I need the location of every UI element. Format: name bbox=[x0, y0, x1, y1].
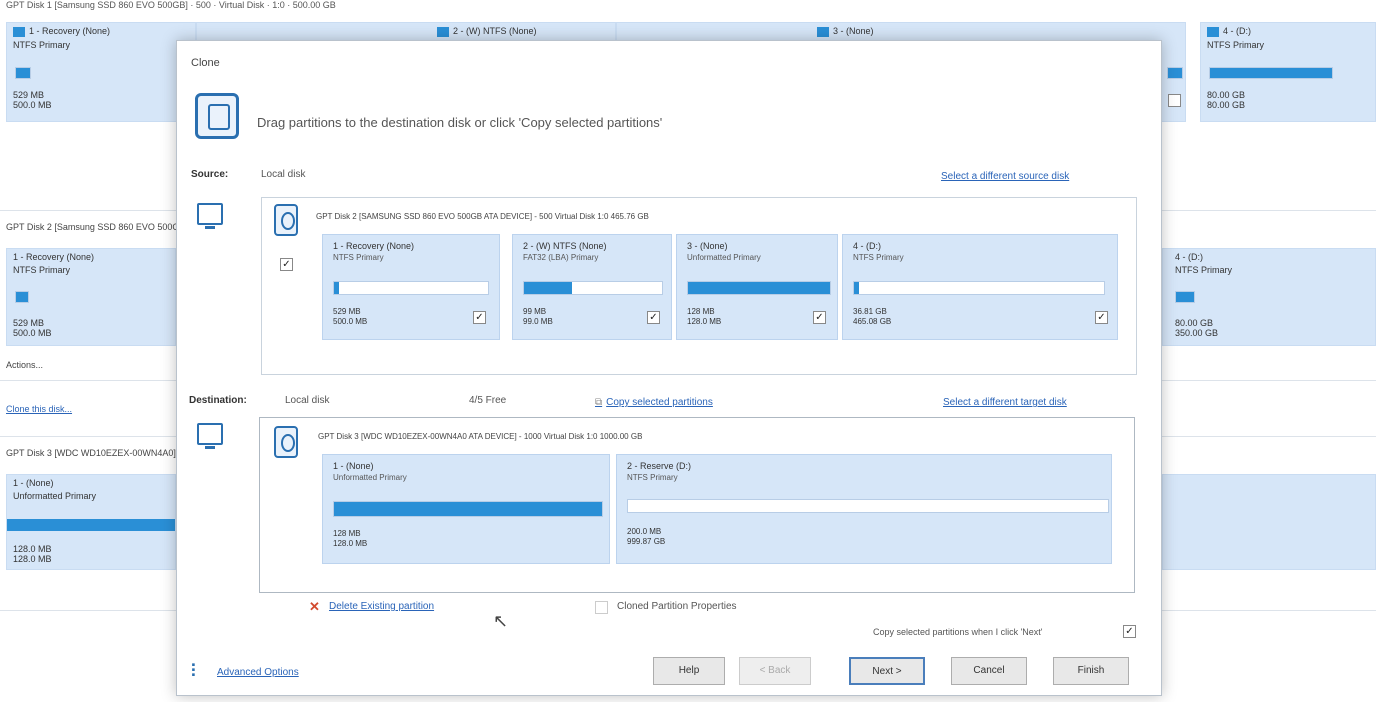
next-button[interactable]: Next > bbox=[849, 657, 925, 685]
actions-menu[interactable]: Actions... bbox=[6, 360, 43, 370]
partition-icon bbox=[817, 26, 829, 37]
bg-partition[interactable]: 1 - (None) Unformatted Primary 128.0 MB … bbox=[6, 474, 176, 570]
computer-icon bbox=[197, 423, 223, 449]
mouse-cursor-icon: ↖ bbox=[493, 611, 509, 631]
source-partition[interactable]: 1 - Recovery (None) NTFS Primary 529 MB … bbox=[322, 234, 500, 340]
partition-checkbox[interactable]: ✓ bbox=[813, 311, 826, 324]
clone-disk-link[interactable]: Clone this disk... bbox=[6, 404, 72, 414]
destination-partition[interactable]: 2 - Reserve (D:) NTFS Primary 200.0 MB 9… bbox=[616, 454, 1112, 564]
bg-partition[interactable]: 1 - Recovery (None) NTFS Primary 529 MB … bbox=[6, 248, 176, 346]
cloned-props-label: Cloned Partition Properties bbox=[617, 601, 737, 612]
clone-icon bbox=[195, 93, 239, 139]
source-disk-info: GPT Disk 2 [SAMSUNG SSD 860 EVO 500GB AT… bbox=[316, 212, 649, 221]
partition-checkbox[interactable]: ✓ bbox=[473, 311, 486, 324]
copy-selected-partitions-link[interactable]: ⧉ Copy selected partitions bbox=[595, 397, 713, 408]
disk-icon bbox=[274, 426, 298, 458]
bg-partition[interactable]: 4 - (D:) NTFS Primary 80.00 GB 350.00 GB bbox=[1162, 248, 1376, 346]
disk2-label: GPT Disk 2 [Samsung SSD 860 EVO 500GB] bbox=[6, 222, 176, 232]
destination-value: Local disk bbox=[285, 395, 330, 406]
delete-x-icon: ✕ bbox=[309, 599, 320, 614]
source-disk-panel: ✓ GPT Disk 2 [SAMSUNG SSD 860 EVO 500GB … bbox=[261, 197, 1137, 375]
copy-icon: ⧉ bbox=[595, 397, 603, 408]
finish-button[interactable]: Finish bbox=[1053, 657, 1129, 685]
select-source-disk-link[interactable]: Select a different source disk bbox=[941, 171, 1069, 182]
advanced-options-link[interactable]: Advanced Options bbox=[217, 667, 299, 678]
copy-when-next-label: Copy selected partitions when I click 'N… bbox=[873, 627, 1043, 637]
advanced-options-icon: ⫶ bbox=[191, 661, 196, 681]
source-partition[interactable]: 2 - (W) NTFS (None) FAT32 (LBA) Primary … bbox=[512, 234, 672, 340]
destination-label: Destination: bbox=[189, 395, 247, 406]
cancel-button[interactable]: Cancel bbox=[951, 657, 1027, 685]
partition-icon bbox=[13, 26, 25, 37]
bg-checkbox[interactable] bbox=[1168, 94, 1181, 107]
bg-partition[interactable]: 1 - Recovery (None) NTFS Primary 529 MB … bbox=[6, 22, 196, 122]
source-disk-checkbox[interactable]: ✓ bbox=[280, 258, 293, 271]
source-partition[interactable]: 4 - (D:) NTFS Primary 36.81 GB 465.08 GB… bbox=[842, 234, 1118, 340]
back-button[interactable]: < Back bbox=[739, 657, 811, 685]
select-target-disk-link[interactable]: Select a different target disk bbox=[943, 397, 1067, 408]
disk-title-text: GPT Disk 1 [Samsung SSD 860 EVO 500GB] ·… bbox=[6, 0, 336, 10]
disk3-label: GPT Disk 3 [WDC WD10EZEX-00WN4A0] bbox=[6, 448, 176, 458]
partition-icon bbox=[1207, 26, 1219, 37]
destination-disk-panel: GPT Disk 3 [WDC WD10EZEX-00WN4A0 ATA DEV… bbox=[259, 417, 1135, 593]
destination-disk-info: GPT Disk 3 [WDC WD10EZEX-00WN4A0 ATA DEV… bbox=[318, 432, 643, 441]
dialog-header-text: Drag partitions to the destination disk … bbox=[257, 115, 663, 130]
bg-partition[interactable]: 4 - (D:) NTFS Primary 80.00 GB 80.00 GB bbox=[1200, 22, 1376, 122]
partition-checkbox[interactable]: ✓ bbox=[647, 311, 660, 324]
copy-when-next-checkbox[interactable]: ✓ bbox=[1123, 625, 1136, 638]
clone-dialog: Clone Drag partitions to the destination… bbox=[176, 40, 1162, 696]
cloned-props-checkbox[interactable] bbox=[595, 601, 608, 614]
partition-checkbox[interactable]: ✓ bbox=[1095, 311, 1108, 324]
bg-partition[interactable] bbox=[1162, 474, 1376, 570]
source-value: Local disk bbox=[261, 169, 306, 180]
disk-icon bbox=[274, 204, 298, 236]
delete-existing-partition-link[interactable]: Delete Existing partition bbox=[329, 601, 434, 612]
source-partition[interactable]: 3 - (None) Unformatted Primary 128 MB 12… bbox=[676, 234, 838, 340]
destination-partition[interactable]: 1 - (None) Unformatted Primary 128 MB 12… bbox=[322, 454, 610, 564]
source-label: Source: bbox=[191, 169, 229, 180]
help-button[interactable]: Help bbox=[653, 657, 725, 685]
computer-icon bbox=[197, 203, 223, 229]
free-space-text: 4/5 Free bbox=[469, 395, 507, 406]
partition-icon bbox=[437, 26, 449, 37]
dialog-title: Clone bbox=[191, 57, 220, 69]
